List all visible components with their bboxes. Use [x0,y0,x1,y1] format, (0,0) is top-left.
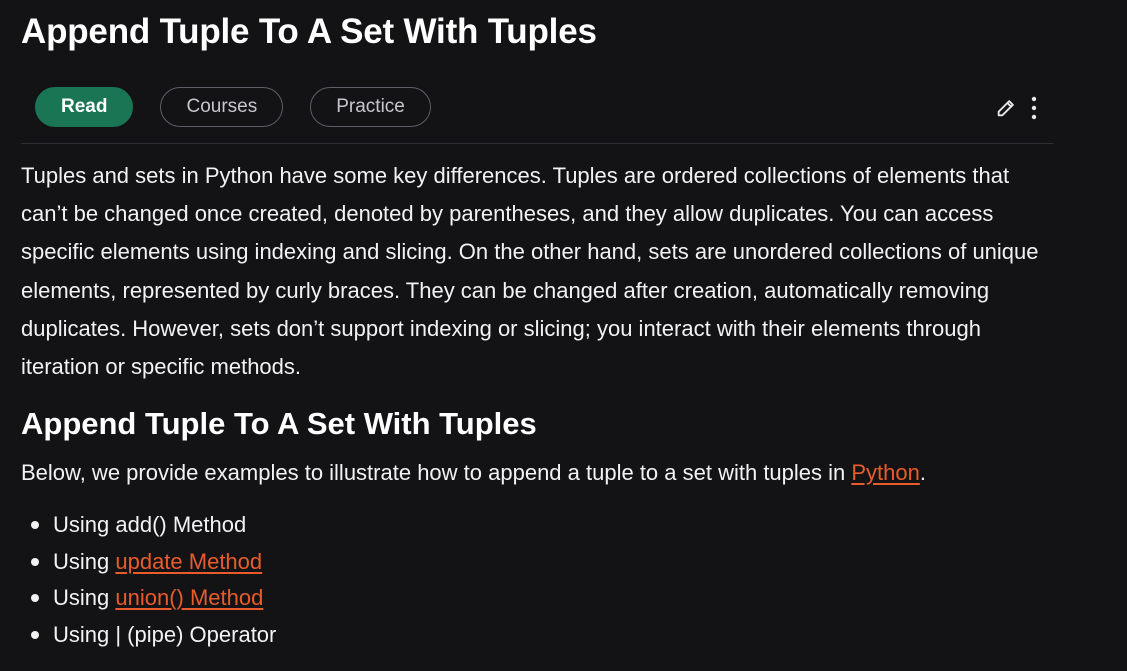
method-update-prefix: Using [53,548,116,574]
article-tabs: Read Courses Practice [35,87,431,127]
article-actions [995,96,1037,120]
pencil-icon[interactable] [995,97,1017,119]
section-heading: Append Tuple To A Set With Tuples [21,406,537,441]
update-method-link[interactable]: update Method [115,549,262,574]
union-method-link[interactable]: union() Method [115,585,263,610]
list-item: Using | (pipe) Operator [31,617,277,654]
list-item: Using union() Method [31,580,276,617]
methods-list: Using add() Method Using update Method U… [21,507,276,653]
page-title: Append Tuple To A Set With Tuples [21,12,597,51]
section-description-suffix: . [919,460,926,485]
list-item: Using update Method [31,544,276,581]
method-union-prefix: Using [53,585,116,610]
method-pipe-text: Using | (pipe) Operator [53,621,277,647]
bullet-icon [31,630,39,639]
kebab-menu-icon[interactable] [1031,96,1037,120]
bullet-icon [31,521,39,529]
header-divider [21,143,1053,144]
method-add-text: Using add() Method [53,512,247,537]
tab-courses[interactable]: Courses [160,87,284,127]
section-description-text: Below, we provide examples to illustrate… [21,460,852,485]
list-item: Using add() Method [31,507,276,544]
python-link[interactable]: Python [851,460,920,485]
section-description: Below, we provide examples to illustrate… [21,455,926,491]
bullet-icon [31,557,39,566]
tab-read[interactable]: Read [35,87,134,127]
tab-practice[interactable]: Practice [310,87,431,127]
intro-paragraph: Tuples and sets in Python have some key … [21,163,1039,380]
bullet-icon [31,594,39,602]
